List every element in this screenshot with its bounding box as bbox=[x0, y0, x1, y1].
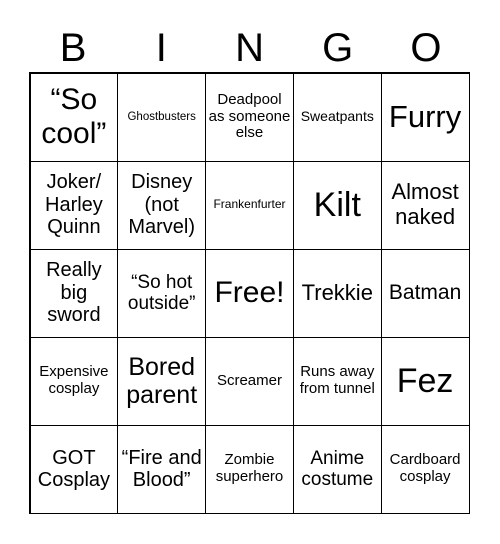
cell-text: “So hot outside” bbox=[127, 271, 196, 314]
cell-text: Joker/ Harley Quinn bbox=[45, 171, 103, 239]
cell-text: Bored parent bbox=[126, 353, 198, 409]
bingo-cell[interactable]: Trekkie bbox=[292, 248, 382, 338]
header-letter: B bbox=[59, 26, 87, 70]
bingo-grid: “So cool” Ghostbusters Deadpool as someone… bbox=[29, 72, 470, 514]
bingo-cell[interactable]: Anime costume bbox=[292, 424, 382, 514]
cell-text: Furry bbox=[388, 98, 462, 134]
cell-text: Zombie superhero bbox=[215, 451, 284, 485]
cell-text: “Fire and Blood” bbox=[121, 446, 202, 491]
bingo-cell[interactable]: Kilt bbox=[292, 160, 382, 250]
bingo-cell[interactable]: Screamer bbox=[205, 336, 294, 426]
header-letter: I bbox=[155, 26, 167, 70]
header-letter: G bbox=[322, 26, 354, 70]
bingo-cell[interactable]: Free! bbox=[205, 248, 294, 338]
cell-text: Runs away from tunnel bbox=[299, 363, 375, 397]
header-letter: N bbox=[235, 26, 264, 70]
bingo-cell[interactable]: Batman bbox=[380, 248, 470, 338]
cell-text: Expensive cosplay bbox=[39, 363, 109, 397]
cell-text: Almost naked bbox=[391, 179, 459, 229]
bingo-cell[interactable]: Joker/ Harley Quinn bbox=[29, 160, 119, 250]
header-letter: O bbox=[410, 26, 442, 70]
bingo-cell[interactable]: Cardboard cosplay bbox=[380, 424, 470, 514]
cell-text: Sweatpants bbox=[300, 108, 374, 125]
bingo-cell[interactable]: Frankenfurter bbox=[205, 160, 294, 250]
bingo-header: B I N G O bbox=[29, 26, 470, 70]
cell-text: Kilt bbox=[313, 185, 361, 224]
bingo-cell[interactable]: Expensive cosplay bbox=[29, 336, 119, 426]
bingo-cell[interactable]: GOT Cosplay bbox=[29, 424, 119, 514]
cell-text: Frankenfurter bbox=[213, 197, 286, 212]
bingo-cell[interactable]: Fez bbox=[380, 336, 470, 426]
bingo-cell[interactable]: Ghostbusters bbox=[117, 72, 207, 162]
cell-text: Free! bbox=[214, 276, 285, 310]
cell-text: Disney (not Marvel) bbox=[128, 171, 196, 239]
cell-text: Screamer bbox=[216, 371, 282, 389]
cell-text: GOT Cosplay bbox=[37, 446, 111, 491]
cell-text: Cardboard cosplay bbox=[389, 451, 461, 485]
bingo-cell[interactable]: Runs away from tunnel bbox=[292, 336, 382, 426]
cell-text: “So cool” bbox=[41, 83, 107, 150]
cell-text: Ghostbusters bbox=[127, 110, 196, 123]
bingo-cell[interactable]: Disney (not Marvel) bbox=[117, 160, 207, 250]
bingo-cell[interactable]: Furry bbox=[380, 72, 470, 162]
bingo-cell[interactable]: Deadpool as someone else bbox=[205, 72, 294, 162]
bingo-cell[interactable]: Sweatpants bbox=[292, 72, 382, 162]
cell-text: Fez bbox=[396, 361, 454, 400]
bingo-cell[interactable]: “So hot outside” bbox=[117, 248, 207, 338]
cell-text: Deadpool as someone else bbox=[208, 90, 291, 142]
bingo-cell[interactable]: Bored parent bbox=[117, 336, 207, 426]
bingo-cell[interactable]: “Fire and Blood” bbox=[117, 424, 207, 514]
cell-text: Trekkie bbox=[301, 279, 373, 305]
bingo-cell[interactable]: Really big sword bbox=[29, 248, 119, 338]
cell-text: Anime costume bbox=[301, 447, 374, 490]
bingo-cell[interactable]: “So cool” bbox=[29, 72, 119, 162]
cell-text: Really big sword bbox=[46, 259, 102, 327]
cell-text: Batman bbox=[388, 281, 462, 305]
bingo-cell[interactable]: Zombie superhero bbox=[205, 424, 294, 514]
bingo-cell[interactable]: Almost naked bbox=[380, 160, 470, 250]
